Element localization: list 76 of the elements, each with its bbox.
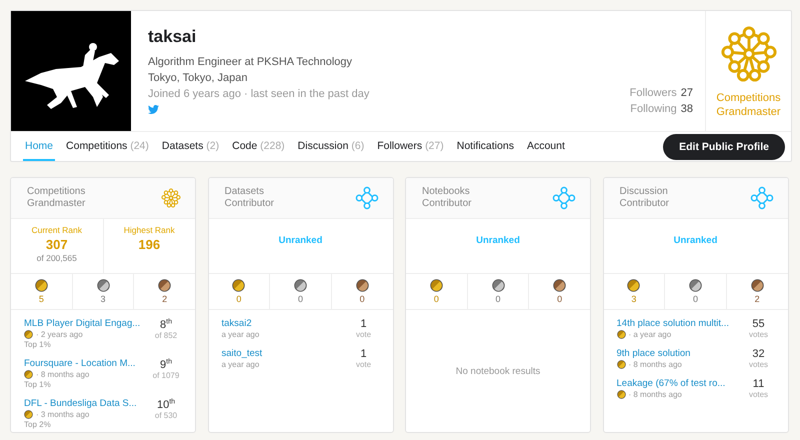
item-link[interactable]: 14th place solution multit... — [616, 318, 729, 329]
item-subtext: vote — [356, 330, 372, 339]
tier-label: Competitions Grandmaster — [715, 91, 782, 119]
item-time: · 8 months ago — [36, 370, 90, 379]
nav-tab[interactable]: Competitions (24) — [64, 132, 151, 161]
item-time: a year ago — [222, 330, 260, 339]
rank-value: 307 — [46, 237, 68, 252]
item-link[interactable]: saito_test — [222, 348, 262, 359]
medal-count: 2 — [162, 294, 168, 304]
nav-tab[interactable]: Followers (27) — [375, 132, 446, 161]
medal-count: 0 — [557, 294, 562, 304]
user-name: taksai — [148, 27, 198, 47]
item-time: · 8 months ago — [628, 390, 682, 399]
item-subtext: of 1079 — [152, 370, 180, 380]
item-value: 32 — [752, 348, 765, 360]
item-value: 11 — [752, 378, 764, 390]
joined-info: Joined 6 years ago · last seen in the past day — [148, 88, 370, 100]
card-title: Discussion Contributor — [620, 186, 670, 210]
nav-tab[interactable]: Notifications — [454, 132, 516, 161]
occupation: Algorithm Engineer at PKSHA Technology — [148, 56, 354, 68]
item-value: 8$^{th}$ — [160, 318, 172, 331]
unranked-label: Unranked — [476, 235, 520, 248]
item-value: 9$^{th}$ — [160, 358, 172, 371]
item-link[interactable]: taksai2 — [222, 318, 260, 329]
medal-count: 3 — [631, 294, 636, 304]
nav-tab[interactable]: Discussion (6) — [296, 132, 366, 161]
rank-total: of 200,565 — [36, 253, 77, 263]
item-subtext: vote — [356, 360, 372, 369]
rank-label: Current Rank — [31, 225, 82, 235]
rank-label: Highest Rank — [124, 225, 175, 235]
unranked-label: Unranked — [278, 235, 322, 248]
item-percentile: Top 1% — [24, 340, 52, 349]
nav-tab[interactable]: Datasets (2) — [160, 132, 222, 161]
card-title: Notebooks Contributor — [422, 186, 472, 210]
item-subtext: votes — [748, 390, 768, 399]
medal-count: 0 — [693, 294, 698, 304]
item-time: · 2 years ago — [36, 330, 83, 339]
location: Tokyo, Tokyo, Japan — [148, 72, 248, 84]
follow-stat[interactable]: Following 38 — [630, 103, 693, 115]
item-link[interactable]: MLB Player Digital Engag... — [24, 318, 140, 329]
item-percentile: Top 1% — [24, 380, 52, 389]
nav-tab[interactable]: Code (228) — [230, 132, 287, 161]
medal-count: 0 — [236, 294, 242, 304]
follow-stat[interactable]: Followers 27 — [630, 87, 693, 99]
nav-tab[interactable]: Account — [524, 132, 567, 161]
item-value: 1 — [360, 318, 367, 330]
item-link[interactable]: Foursquare - Location M... — [24, 358, 136, 369]
item-time: a year ago — [222, 360, 260, 369]
rank-value: 196 — [138, 237, 160, 252]
card-title: Competitions Grandmaster — [27, 186, 86, 210]
item-subtext: of 852 — [154, 330, 178, 340]
card-title: Datasets Contributor — [224, 186, 275, 210]
item-value: 1 — [360, 348, 367, 360]
medal-count: 0 — [496, 294, 501, 304]
medal-count: 2 — [754, 294, 760, 304]
item-percentile: Top 2% — [24, 420, 52, 429]
item-subtext: votes — [748, 360, 768, 369]
twitter-icon[interactable] — [148, 104, 159, 115]
medal-count: 0 — [298, 294, 304, 304]
item-subtext: votes — [748, 330, 768, 339]
item-link[interactable]: 9th place solution — [616, 348, 690, 359]
item-link[interactable]: Leakage (67% of test ro... — [616, 378, 726, 389]
empty-message: No notebook results — [456, 366, 540, 376]
item-time: · 3 months ago — [36, 410, 90, 419]
item-time: · 8 months ago — [628, 360, 682, 369]
item-link[interactable]: DFL - Bundesliga Data S... — [24, 398, 137, 409]
item-value: 10$^{th}$ — [156, 398, 176, 411]
edit-profile-button[interactable]: Edit Public Profile — [663, 134, 785, 160]
medal-count: 3 — [100, 294, 106, 304]
medal-count: 0 — [434, 294, 439, 304]
item-time: · a year ago — [628, 330, 672, 339]
unranked-label: Unranked — [674, 235, 718, 248]
medal-count: 5 — [38, 294, 44, 304]
item-subtext: of 530 — [154, 410, 178, 420]
medal-count: 0 — [360, 294, 365, 304]
item-value: 55 — [752, 318, 765, 330]
